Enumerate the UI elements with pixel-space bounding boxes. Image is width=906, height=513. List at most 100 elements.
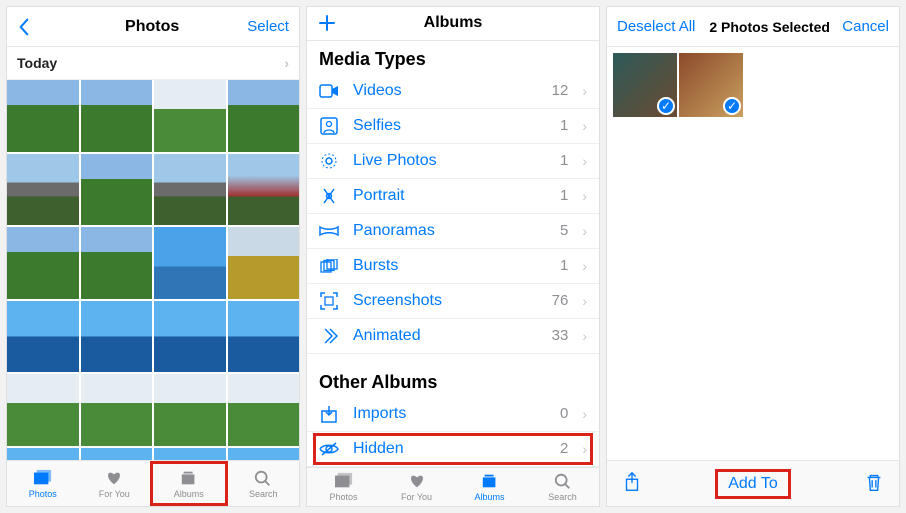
photo-thumb[interactable]: [81, 154, 153, 226]
cancel-button[interactable]: Cancel: [842, 18, 889, 35]
row-label: Imports: [353, 405, 546, 423]
tab-label: Photos: [29, 489, 57, 499]
chevron-right-icon: ›: [582, 83, 587, 99]
chevron-right-icon: ›: [582, 258, 587, 274]
tab-label: For You: [401, 492, 432, 502]
album-row-selfies[interactable]: Selfies1›: [307, 109, 599, 144]
today-header[interactable]: Today ›: [7, 47, 299, 80]
share-button[interactable]: [621, 471, 643, 496]
tab-photos[interactable]: Photos: [307, 468, 380, 506]
row-label: Bursts: [353, 257, 546, 275]
add-to-button[interactable]: Add To: [715, 469, 791, 499]
pano-icon: [319, 225, 339, 237]
photo-thumb[interactable]: [7, 154, 79, 226]
selected-thumb[interactable]: ✓: [679, 53, 743, 117]
photo-thumb[interactable]: [228, 448, 300, 461]
tab-search[interactable]: Search: [526, 468, 599, 506]
album-row-videos[interactable]: Videos12›: [307, 74, 599, 109]
tab-foryou[interactable]: For You: [79, 461, 151, 506]
selfie-icon: [319, 117, 339, 135]
search-icon: [252, 469, 274, 487]
tab-label: Search: [249, 489, 278, 499]
chevron-right-icon: ›: [582, 118, 587, 134]
row-label: Portrait: [353, 187, 546, 205]
tab-label: Albums: [474, 492, 504, 502]
photo-thumb[interactable]: [7, 374, 79, 446]
screen-albums: Albums Media Types Videos12›Selfies1›Liv…: [306, 6, 600, 507]
photo-thumb[interactable]: [228, 227, 300, 299]
album-row-portrait[interactable]: Portrait1›: [307, 179, 599, 214]
photo-thumb[interactable]: [7, 80, 79, 152]
album-row-live-photos[interactable]: Live Photos1›: [307, 144, 599, 179]
photo-thumb[interactable]: [154, 154, 226, 226]
albums-icon: [479, 472, 501, 490]
other-albums-title: Other Albums: [307, 364, 599, 397]
tab-search[interactable]: Search: [228, 461, 300, 506]
photo-thumb[interactable]: [228, 374, 300, 446]
chevron-right-icon: ›: [582, 328, 587, 344]
row-label: Hidden: [353, 440, 546, 458]
photo-grid: [7, 80, 299, 460]
photo-thumb[interactable]: [228, 154, 300, 226]
tabbar: Photos For You Albums Search: [7, 460, 299, 506]
hidden-icon: [319, 442, 339, 456]
heart-icon: [103, 469, 125, 487]
search-icon: [552, 472, 574, 490]
photo-thumb[interactable]: [7, 227, 79, 299]
photo-thumb[interactable]: [228, 80, 300, 152]
media-types-title: Media Types: [307, 41, 599, 74]
photo-thumb[interactable]: [81, 227, 153, 299]
bottombar: Add To: [607, 460, 899, 506]
photo-thumb[interactable]: [228, 301, 300, 373]
photo-thumb[interactable]: [154, 448, 226, 461]
row-count: 12: [552, 82, 569, 99]
photo-grid-scroll[interactable]: [7, 80, 299, 460]
photo-thumb[interactable]: [81, 448, 153, 461]
row-count: 1: [560, 257, 568, 274]
photo-thumb[interactable]: [81, 301, 153, 373]
photos-icon: [32, 469, 54, 487]
album-row-screenshots[interactable]: Screenshots76›: [307, 284, 599, 319]
tab-albums[interactable]: Albums: [453, 468, 526, 506]
photo-thumb[interactable]: [7, 448, 79, 461]
plus-icon: [317, 13, 337, 33]
photo-thumb[interactable]: [154, 301, 226, 373]
tab-albums[interactable]: Albums: [150, 461, 228, 506]
delete-button[interactable]: [863, 471, 885, 496]
select-button[interactable]: Select: [247, 18, 289, 35]
album-row-panoramas[interactable]: Panoramas5›: [307, 214, 599, 249]
chevron-right-icon: ›: [582, 153, 587, 169]
row-count: 0: [560, 405, 568, 422]
album-row-hidden[interactable]: Hidden 2 ›: [307, 432, 599, 467]
media-types-list: Videos12›Selfies1›Live Photos1›Portrait1…: [307, 74, 599, 354]
tab-foryou[interactable]: For You: [380, 468, 453, 506]
photo-thumb[interactable]: [7, 301, 79, 373]
row-label: Panoramas: [353, 222, 546, 240]
row-label: Animated: [353, 327, 538, 345]
screenshot-icon: [319, 292, 339, 310]
deselect-all-button[interactable]: Deselect All: [617, 18, 697, 35]
share-icon: [621, 471, 643, 493]
tab-label: Search: [548, 492, 577, 502]
photo-thumb[interactable]: [154, 374, 226, 446]
add-album-button[interactable]: [317, 13, 357, 33]
animated-icon: [319, 327, 339, 345]
heart-icon: [406, 472, 428, 490]
tab-label: For You: [99, 489, 130, 499]
photo-thumb[interactable]: [81, 374, 153, 446]
selected-thumb[interactable]: ✓: [613, 53, 677, 117]
photo-thumb[interactable]: [81, 80, 153, 152]
photos-icon: [333, 472, 355, 490]
album-row-bursts[interactable]: Bursts 1 ›: [307, 249, 599, 284]
album-row-animated[interactable]: Animated33›: [307, 319, 599, 354]
back-button[interactable]: [17, 17, 57, 35]
chevron-right-icon: ›: [582, 441, 587, 457]
row-count: 2: [560, 440, 568, 457]
photo-thumb[interactable]: [154, 227, 226, 299]
row-count: 1: [560, 187, 568, 204]
photo-thumb[interactable]: [154, 80, 226, 152]
tab-photos[interactable]: Photos: [7, 461, 79, 506]
check-icon: ✓: [723, 97, 741, 115]
navbar-albums: Albums: [307, 7, 599, 41]
album-row-imports[interactable]: Imports0›: [307, 397, 599, 432]
